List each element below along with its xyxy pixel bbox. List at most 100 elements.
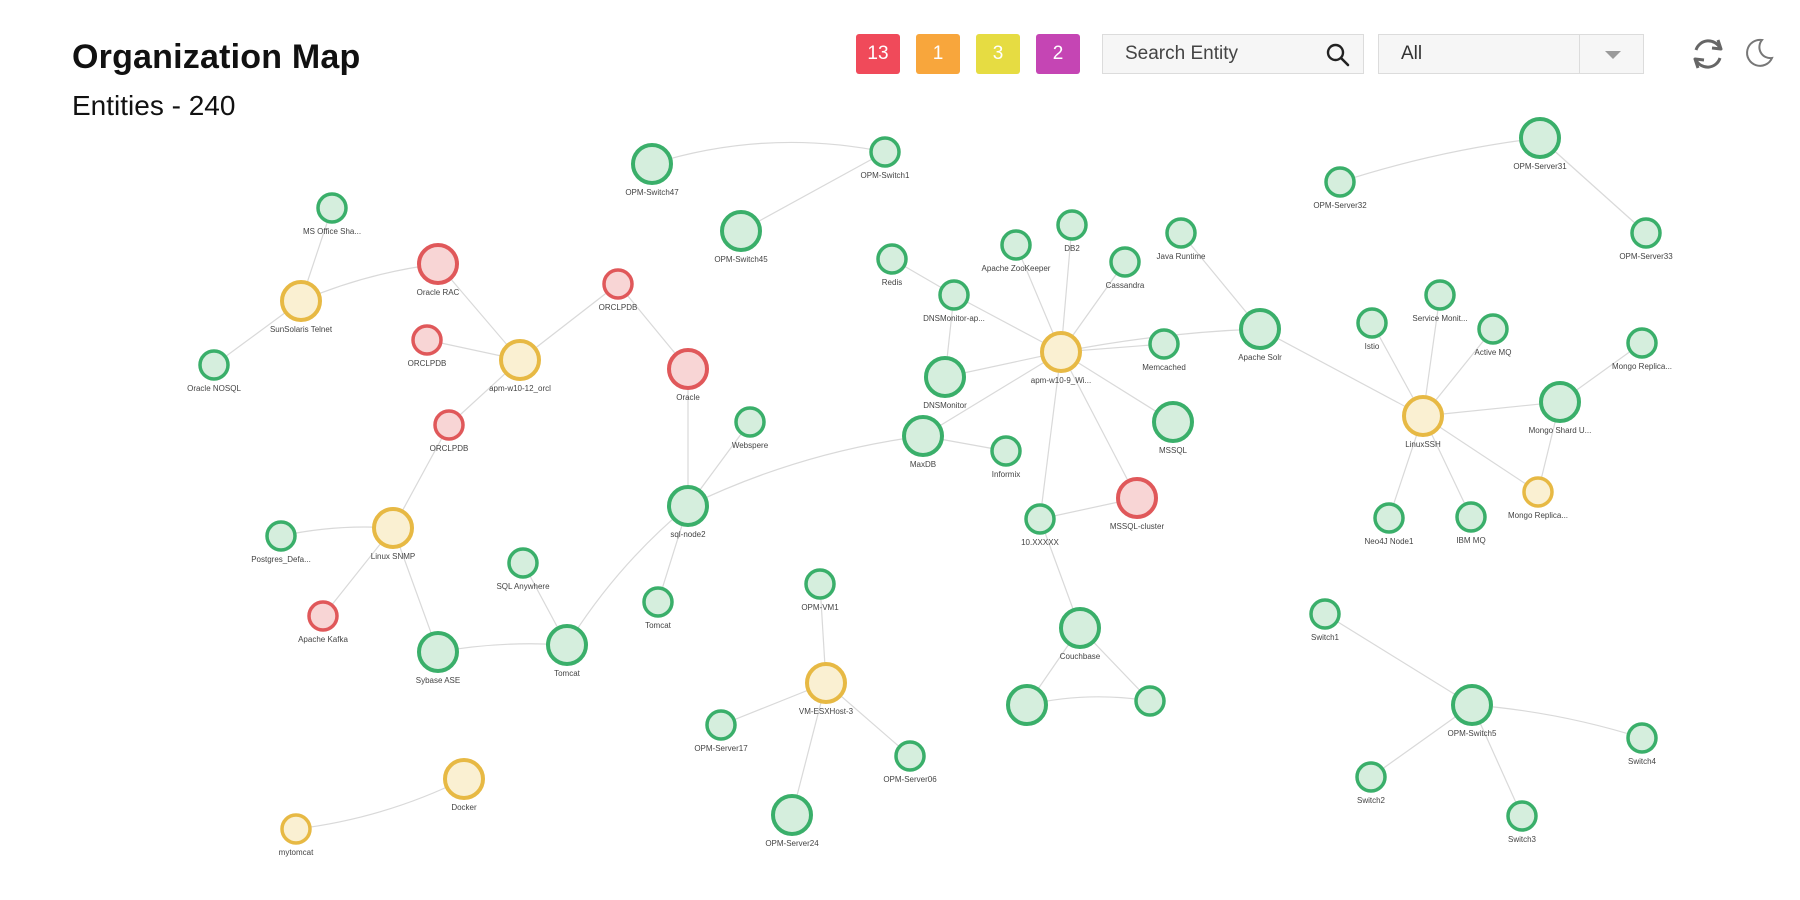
graph-node[interactable]: Memcached [1142,328,1186,372]
node-circle[interactable] [507,547,539,579]
node-circle[interactable] [546,624,588,666]
node-circle[interactable] [417,243,459,285]
graph-node[interactable]: DNSMonitor [923,356,967,410]
node-circle[interactable] [307,600,339,632]
graph-node[interactable]: mytomcat [279,813,314,857]
graph-node[interactable]: ORCLPDB [430,409,469,453]
node-circle[interactable] [1059,607,1101,649]
graph-node[interactable]: Informix [990,435,1022,479]
node-circle[interactable] [265,520,297,552]
node-circle[interactable] [631,143,673,185]
node-circle[interactable] [1024,503,1056,535]
node-circle[interactable] [1309,598,1341,630]
node-circle[interactable] [372,507,414,549]
node-circle[interactable] [1451,684,1493,726]
graph-node[interactable] [1006,684,1048,726]
node-circle[interactable] [1148,328,1180,360]
graph-node[interactable]: OPM-Switch47 [625,143,679,197]
graph-node[interactable]: Java Runtime [1157,217,1206,261]
graph-node[interactable]: OPM-Server31 [1513,117,1567,171]
node-circle[interactable] [1152,401,1194,443]
node-circle[interactable] [1324,166,1356,198]
graph-node[interactable]: MaxDB [902,415,944,469]
graph-node[interactable]: Tomcat [642,586,674,630]
graph-node[interactable]: Active MQ [1475,313,1512,357]
graph-node[interactable]: Oracle NOSQL [187,349,241,393]
node-circle[interactable] [417,631,459,673]
graph-node[interactable]: OPM-Server32 [1313,166,1367,210]
node-circle[interactable] [876,243,908,275]
graph-node[interactable]: Oracle [667,348,709,402]
graph-node[interactable]: Switch2 [1355,761,1387,805]
graph-node[interactable]: Couchbase [1059,607,1101,661]
node-circle[interactable] [642,586,674,618]
graph-node[interactable]: IBM MQ [1455,501,1487,545]
node-circle[interactable] [280,813,312,845]
graph-node[interactable]: SQL Anywhere [496,547,550,591]
node-circle[interactable] [990,435,1022,467]
graph-node[interactable]: VM-ESXHost-3 [799,662,854,716]
node-circle[interactable] [499,339,541,381]
graph-node[interactable]: OPM-Switch5 [1448,684,1497,738]
node-circle[interactable] [1355,761,1387,793]
node-circle[interactable] [902,415,944,457]
graph-node[interactable]: apm-w10-12_orcl [489,339,551,393]
node-circle[interactable] [667,348,709,390]
graph-node[interactable]: ORCLPDB [408,324,447,368]
graph-node[interactable]: Sybase ASE [416,631,460,685]
graph-node[interactable]: LinuxSSH [1402,395,1444,449]
node-circle[interactable] [1539,381,1581,423]
node-circle[interactable] [720,210,762,252]
node-circle[interactable] [734,406,766,438]
graph-node[interactable]: OPM-Switch45 [714,210,768,264]
graph-node[interactable]: MSSQL-cluster [1110,477,1165,531]
graph-node[interactable]: 10.XXXXX [1021,503,1060,547]
graph-node[interactable]: Istio [1356,307,1388,351]
node-circle[interactable] [1056,209,1088,241]
node-circle[interactable] [804,568,836,600]
node-circle[interactable] [1519,117,1561,159]
node-circle[interactable] [1455,501,1487,533]
node-circle[interactable] [1109,246,1141,278]
graph-node[interactable]: OPM-Switch1 [861,136,910,180]
graph-node[interactable]: OPM-VM1 [801,568,839,612]
node-circle[interactable] [938,279,970,311]
node-circle[interactable] [280,280,322,322]
node-circle[interactable] [1522,476,1554,508]
node-circle[interactable] [1477,313,1509,345]
node-circle[interactable] [1424,279,1456,311]
graph-node[interactable]: Oracle RAC [417,243,460,297]
node-circle[interactable] [316,192,348,224]
node-circle[interactable] [443,758,485,800]
graph-node[interactable]: Docker [443,758,485,812]
graph-node[interactable]: OPM-Server33 [1619,217,1673,261]
graph-node[interactable]: Switch1 [1309,598,1341,642]
graph-node[interactable]: Mongo Replica... [1508,476,1568,520]
node-circle[interactable] [1239,308,1281,350]
node-circle[interactable] [198,349,230,381]
graph-node[interactable]: ORCLPDB [599,268,638,312]
node-circle[interactable] [1506,800,1538,832]
graph-node[interactable]: Apache Kafka [298,600,348,644]
graph-node[interactable] [1134,685,1166,717]
graph-node[interactable]: Tomcat [546,624,588,678]
node-circle[interactable] [1402,395,1444,437]
node-circle[interactable] [1040,331,1082,373]
graph-node[interactable]: Apache ZooKeeper [982,229,1051,273]
node-circle[interactable] [1000,229,1032,261]
graph-node[interactable]: Postgres_Defa... [251,520,311,564]
graph-node[interactable]: Apache Solr [1238,308,1282,362]
graph-node[interactable]: Linux SNMP [371,507,415,561]
node-circle[interactable] [1356,307,1388,339]
node-circle[interactable] [602,268,634,300]
graph-node[interactable]: MS Office Sha... [303,192,361,236]
node-circle[interactable] [1165,217,1197,249]
node-circle[interactable] [1134,685,1166,717]
node-circle[interactable] [411,324,443,356]
graph-node[interactable]: MSSQL [1152,401,1194,455]
graph-node[interactable]: DB2 [1056,209,1088,253]
node-circle[interactable] [1116,477,1158,519]
node-circle[interactable] [667,485,709,527]
graph-node[interactable]: Switch4 [1626,722,1658,766]
node-circle[interactable] [1626,327,1658,359]
